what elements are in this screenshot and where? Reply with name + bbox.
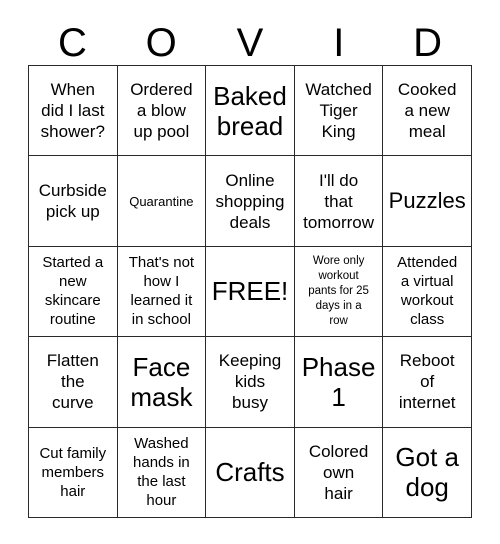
bingo-cell-label: Got a dog — [395, 442, 459, 503]
bingo-cell[interactable]: Curbside pick up — [29, 156, 118, 247]
header-letter-v: V — [236, 21, 264, 65]
bingo-cell-label: Reboot of internet — [398, 351, 456, 413]
bingo-cell-label: Cooked a new meal — [397, 80, 457, 142]
bingo-cell[interactable]: Baked bread — [206, 66, 295, 157]
bingo-cell-label: Crafts — [215, 457, 285, 488]
bingo-cell-label: When did I last shower? — [40, 80, 105, 142]
bingo-cell-label: Ordered a blow up pool — [130, 80, 193, 142]
bingo-cell[interactable]: Keeping kids busy — [206, 337, 295, 428]
header-letter-c: C — [57, 21, 87, 65]
bingo-cell[interactable]: Phase 1 — [294, 337, 384, 428]
bingo-cell-label: Watched Tiger King — [305, 80, 372, 142]
bingo-cell[interactable]: Wore only workout pants for 25 days in a… — [294, 246, 384, 338]
bingo-cell-label: Flatten the curve — [46, 351, 99, 413]
bingo-header: C O V I D — [28, 8, 472, 65]
bingo-cell-label: Face mask — [130, 351, 193, 412]
bingo-cell-label: Started a new skincare routine — [42, 254, 104, 329]
bingo-cell[interactable]: Face mask — [117, 337, 207, 428]
bingo-cell[interactable]: Washed hands in the last hour — [117, 427, 207, 518]
bingo-cell[interactable]: Puzzles — [383, 156, 472, 247]
bingo-cell[interactable]: That's not how I learned it in school — [117, 246, 207, 338]
bingo-cell[interactable]: Reboot of internet — [383, 337, 472, 428]
bingo-cell-label: Puzzles — [388, 188, 466, 214]
bingo-cell[interactable]: Got a dog — [383, 427, 472, 518]
bingo-cell[interactable]: Watched Tiger King — [294, 66, 384, 157]
bingo-cell-label: Cut family members hair — [39, 444, 107, 500]
bingo-cell[interactable]: Crafts — [206, 427, 295, 518]
header-letter-i: I — [333, 21, 345, 65]
bingo-cell-label: Attended a virtual workout class — [397, 254, 458, 329]
bingo-grid: When did I last shower? Ordered a blow u… — [28, 65, 472, 518]
bingo-cell[interactable]: Ordered a blow up pool — [117, 66, 207, 157]
bingo-cell-label: Baked bread — [213, 80, 287, 141]
bingo-cell-label: Washed hands in the last hour — [133, 435, 190, 510]
bingo-cell[interactable]: Attended a virtual workout class — [383, 246, 472, 338]
bingo-cell-label: Phase 1 — [301, 351, 376, 412]
header-letter-d: D — [413, 21, 443, 65]
bingo-cell[interactable]: Cooked a new meal — [383, 66, 472, 157]
bingo-cell-label: That's not how I learned it in school — [128, 254, 195, 329]
bingo-cell[interactable]: When did I last shower? — [29, 66, 118, 157]
bingo-cell-label: I'll do that tomorrow — [303, 170, 375, 232]
bingo-cell[interactable]: Started a new skincare routine — [29, 246, 118, 338]
header-letter-o: O — [145, 21, 177, 65]
bingo-cell[interactable]: Colored own hair — [294, 427, 384, 518]
bingo-cell-label: Quarantine — [129, 193, 194, 209]
bingo-free-label: FREE! — [211, 276, 289, 307]
bingo-cell-free[interactable]: FREE! — [206, 246, 295, 338]
bingo-cell-label: Wore only workout pants for 25 days in a… — [308, 254, 369, 327]
bingo-cell-label: Online shopping deals — [215, 170, 285, 232]
bingo-cell[interactable]: Flatten the curve — [29, 337, 118, 428]
bingo-card: C O V I D When did I last shower? Ordere… — [0, 0, 500, 544]
bingo-cell[interactable]: I'll do that tomorrow — [294, 156, 384, 247]
bingo-cell[interactable]: Cut family members hair — [29, 427, 118, 518]
bingo-cell[interactable]: Quarantine — [117, 156, 207, 247]
bingo-cell-label: Keeping kids busy — [218, 351, 282, 413]
bingo-cell-label: Colored own hair — [308, 441, 369, 503]
bingo-cell-label: Curbside pick up — [38, 181, 107, 222]
bingo-cell[interactable]: Online shopping deals — [206, 156, 295, 247]
